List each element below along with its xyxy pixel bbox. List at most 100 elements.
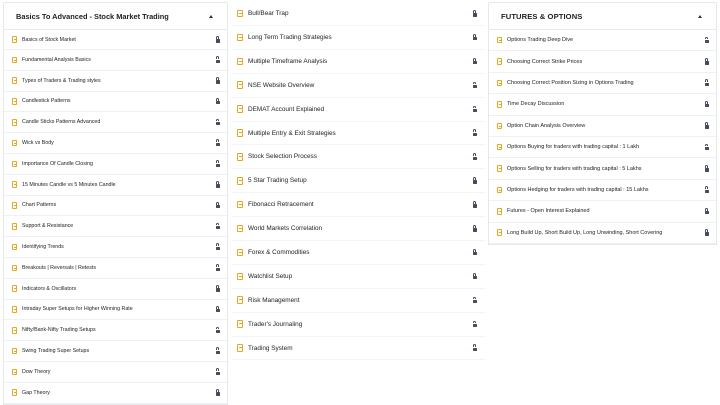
document-icon [237, 81, 243, 89]
lesson-item[interactable]: Fundamental Analysis Basics [4, 50, 227, 71]
lesson-item-left: Importance Of Candle Closing [12, 160, 93, 168]
lesson-item-left: Choosing Correct Strike Prices [497, 58, 582, 65]
lesson-item[interactable]: Long Term Trading Strategies [232, 26, 485, 50]
lesson-item[interactable]: Candlestick Patterns [4, 92, 227, 113]
lesson-item-left: Fibonacci Retracement [237, 200, 314, 209]
lesson-item[interactable]: Choosing Correct Strike Prices [489, 51, 716, 73]
lesson-item[interactable]: Risk Management [232, 289, 485, 313]
lesson-item[interactable]: Options Buying for traders with trading … [489, 137, 716, 159]
lock-icon [215, 181, 221, 188]
lesson-title: DEMAT Account Explained [248, 105, 325, 113]
lesson-item[interactable]: NSE Website Overview [232, 74, 485, 98]
lesson-item[interactable]: Options Selling for traders with trading… [489, 158, 716, 180]
lesson-item[interactable]: Stock Selection Process [232, 145, 485, 170]
lock-icon [704, 36, 710, 44]
lesson-item[interactable]: Candle Sticks Patterns Advanced [4, 112, 227, 134]
document-icon [497, 79, 502, 87]
document-icon [237, 9, 243, 18]
section-header-basics[interactable]: Basics To Advanced - Stock Market Tradin… [3, 2, 228, 30]
lesson-item-left: Nifty/Bank-Nifty Trading Setups [12, 327, 96, 334]
document-icon [497, 165, 502, 172]
document-icon [12, 327, 17, 334]
lesson-title: Support & Resistance [22, 223, 74, 230]
lesson-item[interactable]: 5 Star Trading Setup [232, 169, 485, 194]
lesson-item[interactable]: Forex & Commodities [232, 241, 485, 265]
lesson-item-left: Trading System [237, 344, 293, 352]
lesson-item[interactable]: Nifty/Bank-Nifty Trading Setups [4, 320, 227, 342]
lock-icon [472, 344, 478, 352]
lesson-item[interactable]: 15 Minutes Candle vs 5 Minutes Candle [4, 175, 227, 196]
section-header-futures-options[interactable]: FUTURES & OPTIONS [488, 2, 717, 30]
lock-icon [215, 264, 221, 271]
lock-icon [215, 285, 221, 292]
document-icon [12, 36, 17, 43]
lesson-item-left: Stock Selection Process [237, 153, 317, 161]
lesson-item-left: Forex & Commodities [237, 248, 309, 257]
lesson-title: Indicators & Oscillators [22, 285, 77, 292]
document-icon [497, 229, 502, 236]
lesson-item[interactable]: DEMAT Account Explained [232, 98, 485, 122]
lesson-item[interactable]: Options Hedging for traders with trading… [489, 180, 716, 202]
lock-icon [704, 164, 710, 172]
lesson-item[interactable]: Futures - Open Interest Explained [489, 201, 716, 223]
caret-up-icon[interactable] [209, 14, 213, 18]
document-icon [497, 58, 502, 65]
lesson-item-left: Long Term Trading Strategies [237, 33, 332, 42]
lesson-item-left: Gap Theory [12, 389, 50, 396]
lesson-item[interactable]: Bull/Bear Trap [232, 2, 485, 26]
lesson-item[interactable]: Fibonacci Retracement [232, 193, 485, 218]
document-icon [12, 77, 17, 84]
lesson-item[interactable]: Importance Of Candle Closing [4, 154, 227, 175]
lesson-item[interactable]: Multiple Entry & Exit Strategies [232, 122, 485, 146]
caret-up-icon[interactable] [698, 14, 702, 18]
lesson-item[interactable]: Chart Patterns [4, 196, 227, 217]
lesson-item[interactable]: Dow Theory [4, 362, 227, 383]
lesson-item[interactable]: Types of Traders & Trading styles [4, 71, 227, 92]
lesson-item[interactable]: Intraday Super Setups for Higher Winning… [4, 300, 227, 321]
lesson-item-left: Multiple Entry & Exit Strategies [237, 129, 336, 137]
lesson-item[interactable]: Long Build Up, Short Build Up, Long Unwi… [489, 223, 716, 244]
lesson-item[interactable]: Watchlist Setup [232, 265, 485, 289]
lesson-item-left: Watchlist Setup [237, 272, 292, 281]
lesson-item[interactable]: Time Decay Discussion [489, 94, 716, 116]
lesson-title: Option Chain Analysis Overview [507, 122, 586, 129]
lesson-item-left: Bull/Bear Trap [237, 9, 289, 18]
document-icon [12, 139, 17, 147]
lesson-item[interactable]: Identifying Trends [4, 237, 227, 258]
document-icon [237, 129, 243, 137]
lesson-title: Importance Of Candle Closing [22, 160, 93, 167]
lesson-item[interactable]: Breakouts | Reversals | Retests [4, 258, 227, 279]
document-icon [237, 177, 243, 185]
lesson-item-left: Options Trading Deep Dive [497, 36, 573, 44]
course-section-basics: Basics To Advanced - Stock Market Tradin… [3, 2, 228, 405]
lesson-title: Stock Selection Process [248, 153, 317, 161]
lock-icon [472, 272, 478, 280]
lesson-item-left: Identifying Trends [12, 243, 64, 251]
lesson-item[interactable]: Basics of Stock Market [4, 30, 227, 50]
lesson-item[interactable]: Options Trading Deep Dive [489, 30, 716, 52]
lesson-item[interactable]: Indicators & Oscillators [4, 279, 227, 300]
lesson-item[interactable]: Multiple Timeframe Analysis [232, 50, 485, 74]
lesson-item-left: Options Selling for traders with trading… [497, 165, 642, 172]
lesson-item[interactable]: Gap Theory [4, 383, 227, 404]
lesson-title: Candlestick Patterns [22, 98, 71, 105]
lesson-title: Options Buying for traders with trading … [507, 144, 640, 151]
lesson-item[interactable]: Trading System [232, 337, 485, 361]
lock-icon [215, 97, 221, 105]
lesson-item[interactable]: Swing Trading Super Setups [4, 341, 227, 362]
lesson-item[interactable]: Choosing Correct Position Sizing in Opti… [489, 73, 716, 95]
lesson-item[interactable]: Wick vs Body [4, 133, 227, 154]
lesson-list: Bull/Bear Trap Long Term Trading Strategi… [232, 2, 485, 361]
lesson-item[interactable]: Support & Resistance [4, 216, 227, 238]
document-icon [497, 143, 502, 151]
lesson-item[interactable]: World Markets Correlation [232, 217, 485, 242]
lesson-item[interactable]: Option Chain Analysis Overview [489, 116, 716, 137]
lesson-item[interactable]: Trader's Journaling [232, 313, 485, 337]
document-icon [237, 153, 243, 161]
lesson-title: Wick vs Body [22, 140, 54, 147]
document-icon [497, 208, 502, 215]
lesson-title: Multiple Entry & Exit Strategies [248, 129, 336, 137]
lock-icon [215, 77, 221, 84]
lesson-item-left: 15 Minutes Candle vs 5 Minutes Candle [12, 181, 116, 188]
lesson-list: Basics of Stock Market Fundamental Analys… [3, 30, 228, 405]
